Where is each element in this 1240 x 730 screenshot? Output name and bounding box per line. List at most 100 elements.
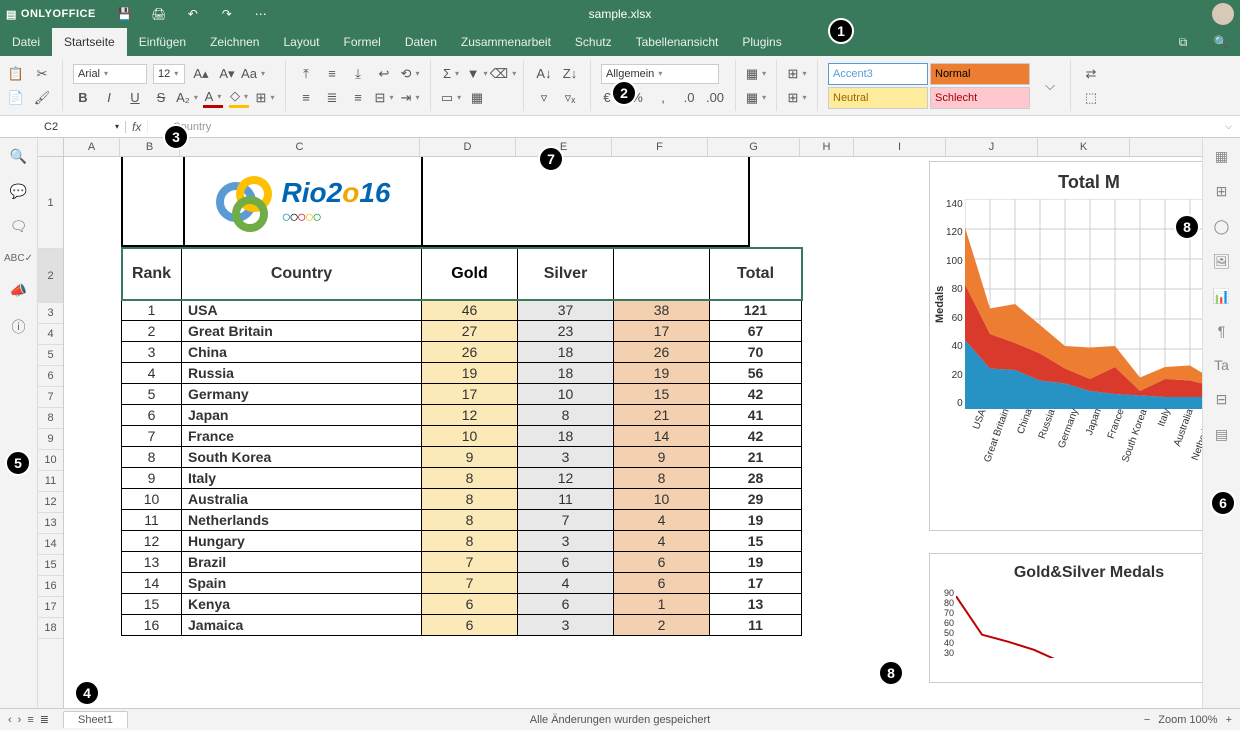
- sort-asc-icon[interactable]: A↓: [534, 64, 554, 84]
- row-header-15[interactable]: 15: [38, 555, 63, 576]
- slicer-settings-icon[interactable]: ▤: [1215, 426, 1228, 443]
- row-header-13[interactable]: 13: [38, 513, 63, 534]
- sheet-list-icon[interactable]: ≣: [40, 713, 49, 726]
- more-icon[interactable]: ⋯: [252, 5, 270, 23]
- menu-startseite[interactable]: Startseite: [52, 28, 127, 56]
- row-header-1[interactable]: 1: [38, 157, 63, 249]
- subscript-icon[interactable]: A₂: [177, 88, 197, 108]
- col-header-D[interactable]: D: [420, 138, 516, 156]
- insert-cells-icon[interactable]: ▦: [746, 64, 766, 84]
- user-avatar[interactable]: [1212, 3, 1234, 25]
- shape-settings-icon[interactable]: ◯: [1214, 218, 1230, 235]
- menu-tabellenansicht[interactable]: Tabellenansicht: [624, 28, 731, 56]
- row-header-6[interactable]: 6: [38, 366, 63, 387]
- cut-icon[interactable]: ✂: [32, 64, 52, 84]
- row-header-14[interactable]: 14: [38, 534, 63, 555]
- fill-color-icon[interactable]: ◇: [229, 88, 249, 108]
- menu-plugins[interactable]: Plugins: [730, 28, 793, 56]
- menu-schutz[interactable]: Schutz: [563, 28, 624, 56]
- col-header-H[interactable]: H: [800, 138, 854, 156]
- menu-einfügen[interactable]: Einfügen: [127, 28, 198, 56]
- style-neutral[interactable]: Neutral: [828, 87, 928, 109]
- change-case-icon[interactable]: Aa: [243, 64, 263, 84]
- indent-icon[interactable]: ⇥: [400, 88, 420, 108]
- formula-expand-icon[interactable]: ⌵: [1217, 121, 1240, 132]
- save-icon[interactable]: 💾: [116, 5, 134, 23]
- chart-gold-silver[interactable]: Gold&Silver Medals 90807060504030: [929, 553, 1202, 683]
- style-schlecht[interactable]: Schlecht: [930, 87, 1030, 109]
- increase-decimal-icon[interactable]: .00: [705, 88, 725, 108]
- italic-icon[interactable]: I: [99, 88, 119, 108]
- fill-down-icon[interactable]: ▼: [467, 64, 487, 84]
- delete-cells-icon[interactable]: ▦: [746, 88, 766, 108]
- select-all-corner[interactable]: [38, 138, 64, 157]
- increase-font-icon[interactable]: A▴: [191, 64, 211, 84]
- format-painter-icon[interactable]: 🖌: [32, 88, 52, 108]
- cell-settings-icon[interactable]: ▦: [1215, 148, 1228, 165]
- spreadsheet-grid[interactable]: ABCDEFGHIJK 123456789101112131415161718 …: [38, 138, 1202, 708]
- undo-icon[interactable]: ↶: [184, 5, 202, 23]
- table-row[interactable]: 10Australia8111029: [122, 489, 802, 510]
- clear-icon[interactable]: ⌫: [493, 64, 513, 84]
- replace-icon[interactable]: ⇄: [1081, 64, 1101, 84]
- find-icon[interactable]: 🔍: [10, 148, 27, 165]
- table-row[interactable]: 11Netherlands87419: [122, 510, 802, 531]
- row-header-7[interactable]: 7: [38, 387, 63, 408]
- clear-filter-icon[interactable]: ▿ₓ: [560, 88, 580, 108]
- align-bottom-icon[interactable]: ⤓: [348, 64, 368, 84]
- row-header-12[interactable]: 12: [38, 492, 63, 513]
- table-row[interactable]: 4Russia19181956: [122, 363, 802, 384]
- align-middle-icon[interactable]: ≡: [322, 64, 342, 84]
- align-center-icon[interactable]: ≣: [322, 88, 342, 108]
- formula-input[interactable]: Country: [148, 121, 1217, 133]
- image-settings-icon[interactable]: 🖼: [1213, 253, 1231, 270]
- chat-icon[interactable]: 🗨: [10, 218, 28, 235]
- row-header-2[interactable]: 2: [38, 249, 63, 303]
- decrease-decimal-icon[interactable]: .0: [679, 88, 699, 108]
- search-icon[interactable]: 🔍: [1212, 33, 1230, 51]
- named-range-icon[interactable]: ▭: [441, 88, 461, 108]
- table-row[interactable]: 3China26182670: [122, 342, 802, 363]
- table-row[interactable]: 16Jamaica63211: [122, 615, 802, 636]
- paste-icon[interactable]: 📄: [6, 88, 26, 108]
- zoom-out-icon[interactable]: −: [1144, 714, 1150, 726]
- sum-icon[interactable]: Σ: [441, 64, 461, 84]
- align-top-icon[interactable]: ⤒: [296, 64, 316, 84]
- zoom-in-icon[interactable]: +: [1226, 714, 1232, 726]
- table-settings-icon[interactable]: ⊞: [1216, 183, 1228, 200]
- col-header-E[interactable]: E: [516, 138, 612, 156]
- strikethrough-icon[interactable]: S: [151, 88, 171, 108]
- info-icon[interactable]: ⓘ: [12, 317, 26, 337]
- menu-zusammenarbeit[interactable]: Zusammenarbeit: [449, 28, 563, 56]
- print-icon[interactable]: 🖨: [150, 5, 168, 23]
- chart-total-medals[interactable]: Total M Medals 140120100806040200 USAGre…: [929, 161, 1202, 531]
- row-header-16[interactable]: 16: [38, 576, 63, 597]
- table-row[interactable]: 13Brazil76619: [122, 552, 802, 573]
- select-all-icon[interactable]: ⬚: [1081, 88, 1101, 108]
- table-row[interactable]: 9Italy812828: [122, 468, 802, 489]
- merge-icon[interactable]: ⊟: [374, 88, 394, 108]
- col-header-F[interactable]: F: [612, 138, 708, 156]
- sheet-tab[interactable]: Sheet1: [63, 711, 128, 728]
- orientation-icon[interactable]: ⟲: [400, 64, 420, 84]
- style-normal[interactable]: Normal: [930, 63, 1030, 85]
- row-header-17[interactable]: 17: [38, 597, 63, 618]
- bold-icon[interactable]: B: [73, 88, 93, 108]
- filter-icon[interactable]: ▿: [534, 88, 554, 108]
- cell-styles-gallery[interactable]: Accent3 Normal Neutral Schlecht: [828, 63, 1030, 109]
- table-row[interactable]: 2Great Britain27231767: [122, 321, 802, 342]
- table-row[interactable]: 7France10181442: [122, 426, 802, 447]
- table-row[interactable]: 5Germany17101542: [122, 384, 802, 405]
- col-header-C[interactable]: C: [180, 138, 420, 156]
- menu-daten[interactable]: Daten: [393, 28, 449, 56]
- row-header-5[interactable]: 5: [38, 345, 63, 366]
- zoom-level[interactable]: Zoom 100%: [1158, 714, 1217, 726]
- pivot-settings-icon[interactable]: ⊟: [1216, 391, 1228, 408]
- table-row[interactable]: 6Japan1282141: [122, 405, 802, 426]
- row-header-9[interactable]: 9: [38, 429, 63, 450]
- table-row[interactable]: 14Spain74617: [122, 573, 802, 594]
- col-header-K[interactable]: K: [1038, 138, 1130, 156]
- font-name-select[interactable]: Arial: [73, 64, 147, 84]
- copy-icon[interactable]: 📋: [6, 64, 26, 84]
- font-color-icon[interactable]: A: [203, 88, 223, 108]
